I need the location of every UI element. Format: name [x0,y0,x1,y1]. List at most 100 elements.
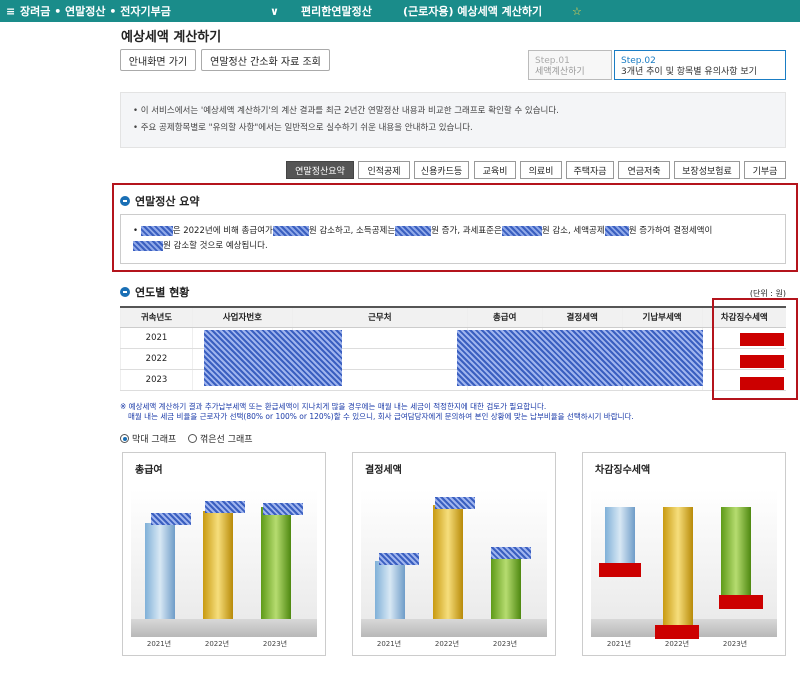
column-header: 사업자번호 [191,306,293,328]
x-label: 2021년 [376,640,402,648]
yearly-title-text: 연도별 현황 [135,286,190,299]
summary-part: 원 감소, 세액공제 [541,226,605,236]
tab-housing[interactable]: 주택자금 [566,161,614,179]
breadcrumb-current: (근로자용) 예상세액 계산하기 [403,5,543,18]
favorite-star-icon[interactable]: ☆ [572,5,582,18]
redacted-deduction-2022 [740,355,784,368]
step-label: 3개년 추이 및 항목별 유의사항 보기 [621,67,757,77]
x-label: 2023년 [262,640,288,648]
notice-line: ※ 예상세액 계산하기 결과 추가납부세액 또는 환급세액이 지나치게 많을 경… [120,402,547,411]
redacted-value [395,225,432,236]
bullet-icon [120,196,130,206]
panel-title: 결정세액 [365,465,402,476]
top-navigation-bar: ≡ 장려금 • 연말정산 • 전자기부금 ∨ 편리한연말정산 (근로자용) 예상… [0,0,800,22]
column-header: 귀속년도 [120,306,193,328]
redacted-value [599,563,641,577]
notice-line: 매월 내는 세금 비율을 근로자가 선택(80% or 100% or 120%… [128,412,634,421]
simplified-data-button[interactable]: 연말정산 간소화 자료 조회 [201,49,330,71]
breadcrumb-sub[interactable]: 편리한연말정산 [301,3,372,19]
redacted-business-info [204,330,342,386]
step-number: Step.01 [535,56,570,66]
summary-part: 원 감소하고, 소득공제는 [308,226,396,236]
bar-2021 [375,561,405,619]
redacted-value [379,553,419,565]
year-cell: 2022 [120,348,193,370]
radio-label: 막대 그래프 [132,435,177,445]
year-cell: 2023 [120,369,193,391]
summary-section-title: 연말정산 요약 [120,193,200,209]
bar-chart: 2021년 2022년 2023년 [361,489,547,648]
chart-panel-total-salary: 총급여 2021년 2022년 2023년 [122,452,326,656]
redacted-deduction-2023 [740,377,784,390]
summary-part: 원 증가하여 결정세액이 [628,226,713,236]
panel-title: 차감징수세액 [595,465,651,476]
redacted-value [719,595,763,609]
bar-2023 [261,507,291,619]
x-label: 2022년 [434,640,460,648]
bar-2022 [663,507,693,625]
chevron-down-icon[interactable]: ∨ [270,5,279,18]
step-label: 세액계산하기 [535,67,585,77]
x-label: 2023년 [492,640,518,648]
redacted-value [435,497,475,509]
step-01-tab[interactable]: Step.01 세액계산하기 [528,50,612,80]
summary-part: 원 증가, 과세표준은 [431,226,502,236]
info-line: • 이 서비스에서는 '예상세액 계산하기'의 계산 결과를 최근 2년간 연말… [133,106,559,116]
radio-label: 꺾은선 그래프 [200,435,253,445]
bar-2021 [605,507,635,563]
redacted-value [604,225,629,236]
x-label: 2021년 [606,640,632,648]
bar-graph-radio[interactable]: 막대 그래프 [120,432,176,445]
breadcrumb-section[interactable]: 장려금 • 연말정산 • 전자기부금 [20,3,171,19]
redacted-value [205,501,245,513]
bar-2023 [721,507,751,595]
year-cell: 2021 [120,327,193,349]
bar-chart: 2021년 2022년 2023년 [591,489,777,648]
bullet-icon [120,287,130,297]
redacted-deduction-2021 [740,333,784,346]
column-header: 결정세액 [541,306,623,328]
tab-summary[interactable]: 연말정산요약 [286,161,354,179]
redacted-amounts [457,330,703,386]
summary-title-text: 연말정산 요약 [135,195,200,208]
bar-2022 [433,505,463,619]
radio-selected-icon[interactable] [120,434,129,443]
bar-2021 [145,523,175,619]
panel-title: 총급여 [135,465,163,476]
tab-medical[interactable]: 의료비 [520,161,562,179]
tab-donation[interactable]: 기부금 [744,161,786,179]
redacted-value [501,225,542,236]
column-header: 기납부세액 [621,306,703,328]
tab-pension[interactable]: 연금저축 [618,161,670,179]
tab-credit-card[interactable]: 신용카드등 [414,161,469,179]
bar-2022 [203,511,233,619]
step-02-tab[interactable]: Step.02 3개년 추이 및 항목별 유의사항 보기 [614,50,786,80]
menu-icon[interactable]: ≡ [6,5,15,18]
radio-unselected-icon[interactable] [188,434,197,443]
step-number: Step.02 [621,56,656,66]
redacted-value [655,625,699,639]
guide-button[interactable]: 안내화면 가기 [120,49,196,71]
chart-panel-deduction-tax: 차감징수세액 2021년 2022년 2023년 [582,452,786,656]
redacted-value [133,240,163,251]
yearly-section-title: 연도별 현황 [120,284,189,300]
info-box: • 이 서비스에서는 '예상세액 계산하기'의 계산 결과를 최근 2년간 연말… [120,92,786,148]
summary-text-box: • 은 2022년에 비해 총급여가 원 감소하고, 소득공제는 원 증가, 과세표… [120,214,786,264]
line-graph-radio[interactable]: 꺾은선 그래프 [188,432,253,445]
x-label: 2022년 [664,640,690,648]
redacted-value [491,547,531,559]
bar-chart: 2021년 2022년 2023년 [131,489,317,648]
tab-personal[interactable]: 인적공제 [358,161,410,179]
summary-part: 은 2022년에 비해 총급여가 [172,226,273,236]
redacted-value [263,503,303,515]
chart-floor [361,619,547,637]
tab-education[interactable]: 교육비 [474,161,516,179]
redacted-value [151,513,191,525]
x-label: 2022년 [204,640,230,648]
tab-insurance[interactable]: 보장성보험료 [674,161,740,179]
notice-text: ※ 예상세액 계산하기 결과 추가납부세액 또는 환급세액이 지나치게 많을 경… [120,402,634,422]
chart-floor [131,619,317,637]
x-label: 2021년 [146,640,172,648]
bar-2023 [491,555,521,619]
table-header-row: 귀속년도 사업자번호 근무처 총급여 결정세액 기납부세액 차감징수세액 [120,306,786,328]
